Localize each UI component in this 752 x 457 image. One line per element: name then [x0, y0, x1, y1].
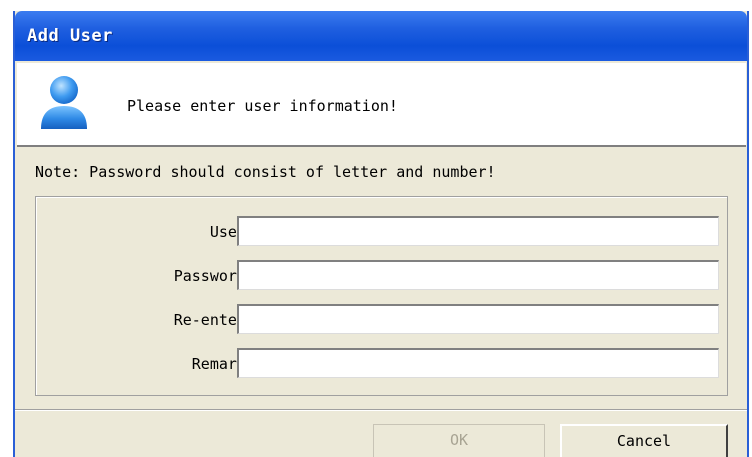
ok-button[interactable]: OK — [373, 424, 545, 457]
user-fields-group: User: Password: Re-enter: Remark: — [35, 196, 728, 396]
remark-input[interactable] — [237, 348, 719, 378]
field-row-remark: Remark: — [36, 348, 727, 378]
header-message: Please enter user information! — [127, 97, 398, 115]
button-separator — [15, 409, 747, 411]
field-row-password: Password: — [36, 260, 727, 290]
title-bar[interactable]: Add User — [15, 11, 747, 61]
background-left — [0, 0, 13, 457]
user-input[interactable] — [237, 216, 719, 246]
header-panel: Please enter user information! — [17, 63, 746, 147]
user-icon — [41, 76, 87, 129]
cancel-button[interactable]: Cancel — [560, 424, 728, 457]
password-note: Note: Password should consist of letter … — [35, 163, 496, 181]
dialog-title: Add User — [27, 26, 113, 46]
add-user-dialog: Add User Please enter user information! … — [13, 11, 749, 457]
field-row-user: User: — [36, 216, 727, 246]
password-input[interactable] — [237, 260, 719, 290]
reenter-password-input[interactable] — [237, 304, 719, 334]
field-row-reenter: Re-enter: — [36, 304, 727, 334]
